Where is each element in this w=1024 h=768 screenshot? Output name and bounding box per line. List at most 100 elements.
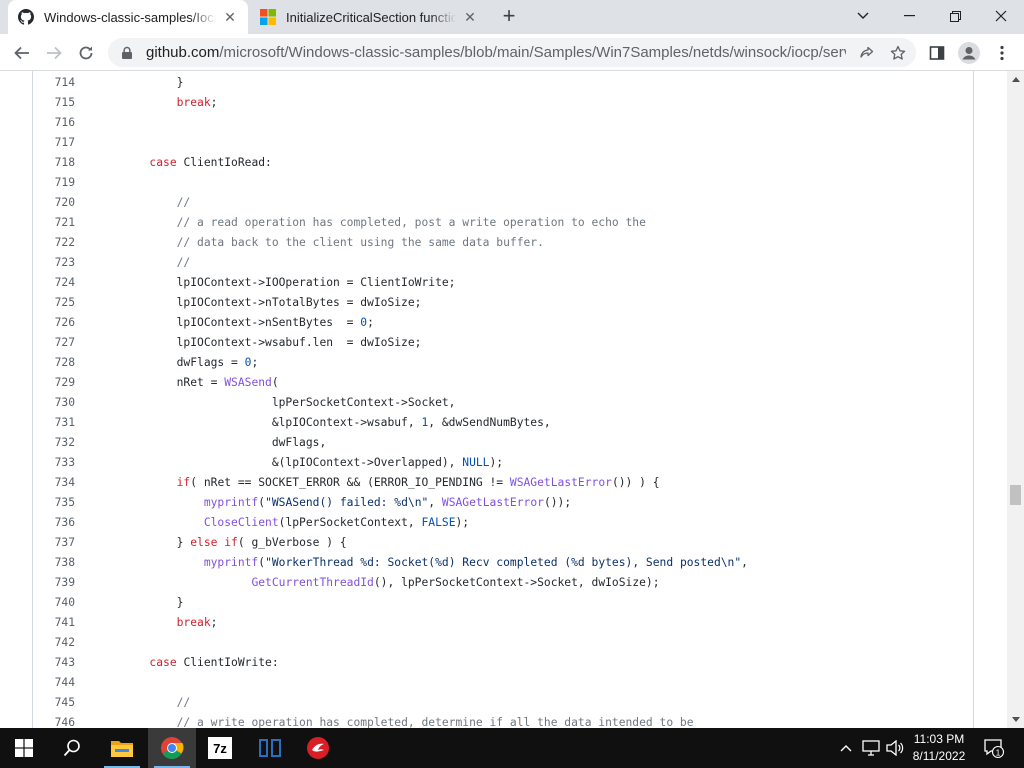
code-line: 738 myprintf("WorkerThread %d: Socket(%d… [33, 553, 973, 573]
line-number[interactable]: 745 [33, 693, 75, 713]
line-number[interactable]: 722 [33, 233, 75, 253]
line-number[interactable]: 746 [33, 713, 75, 728]
code-text: lpIOContext->nSentBytes = 0; [95, 316, 374, 329]
restore-icon[interactable] [932, 0, 978, 32]
line-number[interactable]: 739 [33, 573, 75, 593]
code-line: 727 lpIOContext->wsabuf.len = dwIoSize; [33, 333, 973, 353]
bookmark-star-icon[interactable] [888, 43, 908, 63]
line-number[interactable]: 721 [33, 213, 75, 233]
kebab-menu-icon[interactable] [991, 42, 1013, 64]
reload-icon[interactable] [73, 40, 99, 66]
tab-github[interactable]: Windows-classic-samples/IocpSe ✕ [8, 0, 248, 34]
line-number[interactable]: 744 [33, 673, 75, 693]
line-number[interactable]: 725 [33, 293, 75, 313]
code-line: 733 &(lpIOContext->Overlapped), NULL); [33, 453, 973, 473]
network-icon[interactable] [860, 728, 882, 768]
code-line: 723 // [33, 253, 973, 273]
line-number[interactable]: 720 [33, 193, 75, 213]
code-text: lpIOContext->wsabuf.len = dwIoSize; [95, 336, 422, 349]
7zip-icon[interactable]: 7z [196, 728, 244, 768]
search-icon[interactable] [48, 728, 96, 768]
code-text: dwFlags = 0; [95, 356, 259, 369]
url-host: github.com [146, 44, 220, 61]
line-number[interactable]: 732 [33, 433, 75, 453]
code-line: 725 lpIOContext->nTotalBytes = dwIoSize; [33, 293, 973, 313]
file-explorer-icon[interactable] [98, 728, 146, 768]
new-tab-button[interactable]: + [498, 5, 520, 28]
code-line: 735 myprintf("WSASend() failed: %d\n", W… [33, 493, 973, 513]
line-number[interactable]: 727 [33, 333, 75, 353]
line-number[interactable]: 734 [33, 473, 75, 493]
code-text: } [95, 76, 184, 89]
line-number[interactable]: 737 [33, 533, 75, 553]
chrome-icon[interactable] [148, 728, 196, 768]
line-number[interactable]: 738 [33, 553, 75, 573]
page-scrollbar[interactable] [1007, 71, 1024, 728]
notification-count: 1 [996, 747, 1001, 757]
code-line: 717 [33, 133, 973, 153]
line-number[interactable]: 742 [33, 633, 75, 653]
code-line: 730 lpPerSocketContext->Socket, [33, 393, 973, 413]
line-number[interactable]: 726 [33, 313, 75, 333]
line-number[interactable]: 743 [33, 653, 75, 673]
line-number[interactable]: 716 [33, 113, 75, 133]
code-line: 719 [33, 173, 973, 193]
code-text: break; [176, 616, 218, 629]
code-text: case ClientIoRead: [149, 156, 272, 169]
line-number[interactable]: 736 [33, 513, 75, 533]
show-hidden-icons-chevron-icon[interactable] [838, 728, 854, 768]
line-number[interactable]: 735 [33, 493, 75, 513]
close-window-icon[interactable] [978, 0, 1024, 32]
forward-arrow-icon[interactable] [41, 40, 67, 66]
line-number[interactable]: 741 [33, 613, 75, 633]
line-number[interactable]: 717 [33, 133, 75, 153]
windows-start-icon[interactable] [0, 728, 48, 768]
side-panel-icon[interactable] [926, 42, 948, 64]
page-content: 714 } 715 break; 716 717 718 case ClientIoRe… [0, 71, 1024, 728]
lock-icon[interactable] [120, 46, 134, 60]
line-number[interactable]: 718 [33, 153, 75, 173]
tab-strip: Windows-classic-samples/IocpSe ✕ Initial… [0, 0, 1024, 34]
scroll-down-arrow-icon[interactable] [1007, 711, 1024, 728]
line-number[interactable]: 724 [33, 273, 75, 293]
tab-close-icon[interactable]: ✕ [462, 9, 478, 25]
volume-icon[interactable] [884, 728, 906, 768]
code-line: 726 lpIOContext->nSentBytes = 0; [33, 313, 973, 333]
line-number[interactable]: 715 [33, 93, 75, 113]
address-bar[interactable]: github.com/microsoft/Windows-classic-sam… [108, 38, 916, 67]
scroll-up-arrow-icon[interactable] [1007, 71, 1024, 88]
share-icon[interactable] [857, 43, 877, 63]
tab-search-icon[interactable] [840, 0, 886, 32]
code-line: 718 case ClientIoRead: [33, 153, 973, 173]
minimize-icon[interactable] [886, 0, 932, 32]
line-number[interactable]: 728 [33, 353, 75, 373]
back-arrow-icon[interactable] [9, 40, 35, 66]
svg-text:7z: 7z [213, 741, 227, 756]
microsoft-icon [260, 9, 276, 25]
code-text: case ClientIoWrite: [149, 656, 279, 669]
app-red-icon[interactable] [294, 728, 342, 768]
code-text: myprintf("WSASend() failed: %d\n", WSAGe… [203, 496, 572, 509]
code-line: 743 case ClientIoWrite: [33, 653, 973, 673]
line-number[interactable]: 723 [33, 253, 75, 273]
line-number[interactable]: 719 [33, 173, 75, 193]
profile-avatar-icon[interactable] [958, 42, 980, 64]
code-line: 742 [33, 633, 973, 653]
line-number[interactable]: 731 [33, 413, 75, 433]
line-number[interactable]: 714 [33, 73, 75, 93]
code-line: 720 // [33, 193, 973, 213]
line-number[interactable]: 730 [33, 393, 75, 413]
tab-microsoft-docs[interactable]: InitializeCriticalSection function ( ✕ [250, 0, 488, 34]
code-text: } else if( g_bVerbose ) { [95, 536, 347, 549]
notification-center-icon[interactable]: 1 [980, 728, 1008, 768]
line-number[interactable]: 740 [33, 593, 75, 613]
line-number[interactable]: 733 [33, 453, 75, 473]
tab-close-icon[interactable]: ✕ [222, 9, 238, 25]
taskbar-clock[interactable]: 11:03 PM 8/11/2022 [905, 731, 973, 765]
terminal-icon[interactable] [246, 728, 294, 768]
code-text: nRet = WSASend( [95, 376, 279, 389]
code-text: lpIOContext->IOOperation = ClientIoWrite… [95, 276, 456, 289]
code-text: dwFlags, [95, 436, 327, 449]
scrollbar-thumb[interactable] [1010, 485, 1021, 505]
line-number[interactable]: 729 [33, 373, 75, 393]
